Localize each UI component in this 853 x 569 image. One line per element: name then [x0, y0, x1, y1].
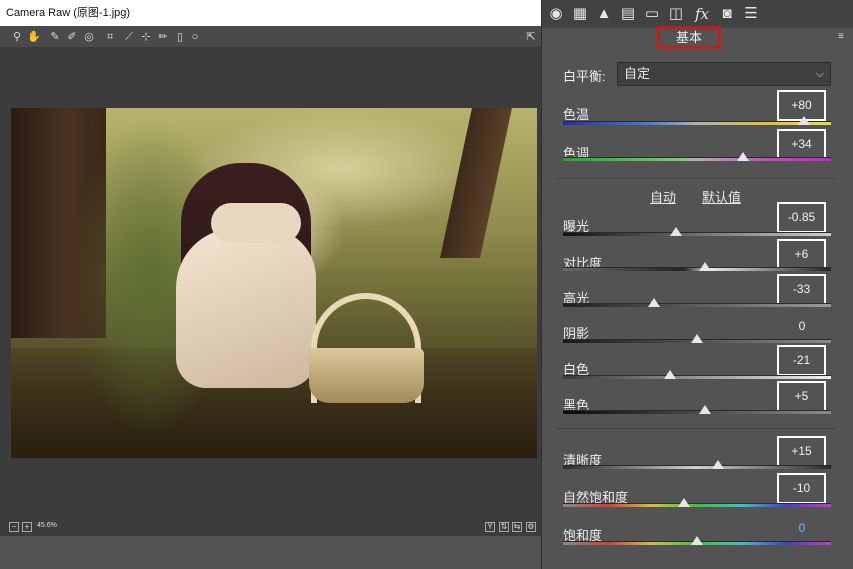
- swap-button[interactable]: ⇅: [499, 522, 509, 532]
- exposure-value[interactable]: -0.85: [777, 202, 826, 233]
- hsl-icon[interactable]: ▤: [618, 4, 638, 24]
- saturation-value[interactable]: 0: [782, 521, 822, 535]
- divider: [556, 428, 836, 429]
- white-balance-value: 自定: [624, 66, 651, 81]
- default-button[interactable]: 默认值: [702, 187, 741, 206]
- status-bar: − + 45.6% Y ⇅ ⇆ ⚙: [0, 518, 541, 536]
- temperature-slider-thumb[interactable]: [798, 116, 811, 125]
- straighten-icon[interactable]: ⟋: [122, 30, 136, 44]
- panel-tabs: ◉ ▦ ▲ ▤ ▭ ◫ fx ◙ ☰: [542, 0, 853, 28]
- exposure-slider-track[interactable]: [563, 232, 831, 236]
- contrast-value[interactable]: +6: [777, 239, 826, 270]
- preview-pane: Camera Raw (原图-1.jpg) ⚲ ✋ ✎ ✐ ◎ ⌗ ⟋ ⊹ ✏ …: [0, 0, 541, 569]
- exposure-slider-thumb[interactable]: [669, 227, 682, 236]
- vibrance-slider-thumb[interactable]: [677, 498, 690, 507]
- hand-icon[interactable]: ✋: [27, 30, 41, 44]
- photo-basket: [309, 348, 424, 403]
- eyedropper-icon[interactable]: ✎: [48, 30, 62, 44]
- clarity-slider-track[interactable]: [563, 465, 831, 469]
- window-title: Camera Raw (原图-1.jpg): [0, 0, 541, 26]
- circle-icon[interactable]: ○: [188, 30, 202, 44]
- zoom-icon[interactable]: ⚲: [10, 30, 24, 44]
- copy-settings-button[interactable]: ⇆: [512, 522, 522, 532]
- camera-icon[interactable]: ◙: [717, 4, 737, 24]
- divider: [556, 178, 836, 179]
- vibrance-value[interactable]: -10: [777, 473, 826, 504]
- panel-title: 基本: [675, 30, 702, 45]
- curve-icon[interactable]: ▦: [570, 4, 590, 24]
- whites-value[interactable]: -21: [777, 345, 826, 376]
- crop-icon[interactable]: ⌗: [103, 30, 117, 44]
- photo-girl-dress: [176, 228, 316, 388]
- blacks-value[interactable]: +5: [777, 381, 826, 412]
- clarity-value[interactable]: +15: [777, 436, 826, 467]
- highlights-value[interactable]: -33: [777, 274, 826, 305]
- color-sampler-icon[interactable]: ✐: [65, 30, 79, 44]
- saturation-slider-thumb[interactable]: [691, 536, 703, 545]
- canvas-area: [0, 48, 541, 518]
- blacks-slider-track[interactable]: [563, 410, 831, 414]
- auto-button[interactable]: 自动: [650, 187, 676, 206]
- temperature-slider-track[interactable]: [563, 121, 831, 125]
- tint-slider-thumb[interactable]: [736, 152, 749, 161]
- export-icon[interactable]: ⇱: [524, 30, 538, 44]
- photo-preview: [11, 108, 537, 458]
- sliders-icon[interactable]: ☰: [741, 4, 761, 24]
- zoom-in-button[interactable]: +: [22, 522, 32, 532]
- highlights-slider-thumb[interactable]: [648, 298, 661, 307]
- highlights-slider-track[interactable]: [563, 303, 831, 307]
- tool-bar: ⚲ ✋ ✎ ✐ ◎ ⌗ ⟋ ⊹ ✏ ▯ ○ ⇱: [0, 26, 541, 48]
- photo-tree-right: [440, 108, 512, 258]
- zoom-level[interactable]: 45.6%: [37, 522, 57, 529]
- zoom-out-button[interactable]: −: [9, 522, 19, 532]
- split-tone-icon[interactable]: ▭: [642, 4, 662, 24]
- contrast-slider-thumb[interactable]: [699, 262, 712, 271]
- contrast-slider-track[interactable]: [563, 267, 831, 271]
- shadows-slider-thumb[interactable]: [691, 334, 703, 343]
- whites-slider-thumb[interactable]: [664, 370, 677, 379]
- white-balance-label: 白平衡:: [563, 69, 606, 84]
- tint-value[interactable]: +34: [777, 129, 826, 160]
- white-balance-select[interactable]: 自定 ⌵: [617, 62, 831, 86]
- before-after-y-button[interactable]: Y: [485, 522, 495, 532]
- vibrance-slider-track[interactable]: [563, 503, 831, 507]
- photo-girl-arm: [211, 203, 301, 243]
- brush-icon[interactable]: ✏: [156, 30, 170, 44]
- fx-icon[interactable]: fx: [692, 4, 712, 24]
- blacks-slider-thumb[interactable]: [699, 405, 712, 414]
- whites-slider-track[interactable]: [563, 375, 831, 379]
- panel-menu-icon[interactable]: ≡: [838, 32, 850, 42]
- panel-title-highlight: 基本: [657, 26, 721, 49]
- adjust-panel: ◉ ▦ ▲ ▤ ▭ ◫ fx ◙ ☰ 基本 ≡ 白平衡: 自定 ⌵ 色温 +80 色…: [541, 0, 853, 569]
- shadows-value[interactable]: 0: [782, 319, 822, 333]
- aperture-icon[interactable]: ◉: [546, 4, 566, 24]
- lens-icon[interactable]: ◫: [666, 4, 686, 24]
- spot-removal-icon[interactable]: ⊹: [139, 30, 153, 44]
- mountain-icon[interactable]: ▲: [594, 4, 614, 24]
- chevron-down-icon: ⌵: [815, 68, 824, 80]
- tint-slider-track[interactable]: [563, 157, 831, 161]
- filter-icon[interactable]: ▯: [173, 30, 187, 44]
- toggle-settings-button[interactable]: ⚙: [526, 522, 536, 532]
- target-adjust-icon[interactable]: ◎: [82, 30, 96, 44]
- clarity-slider-thumb[interactable]: [712, 460, 725, 469]
